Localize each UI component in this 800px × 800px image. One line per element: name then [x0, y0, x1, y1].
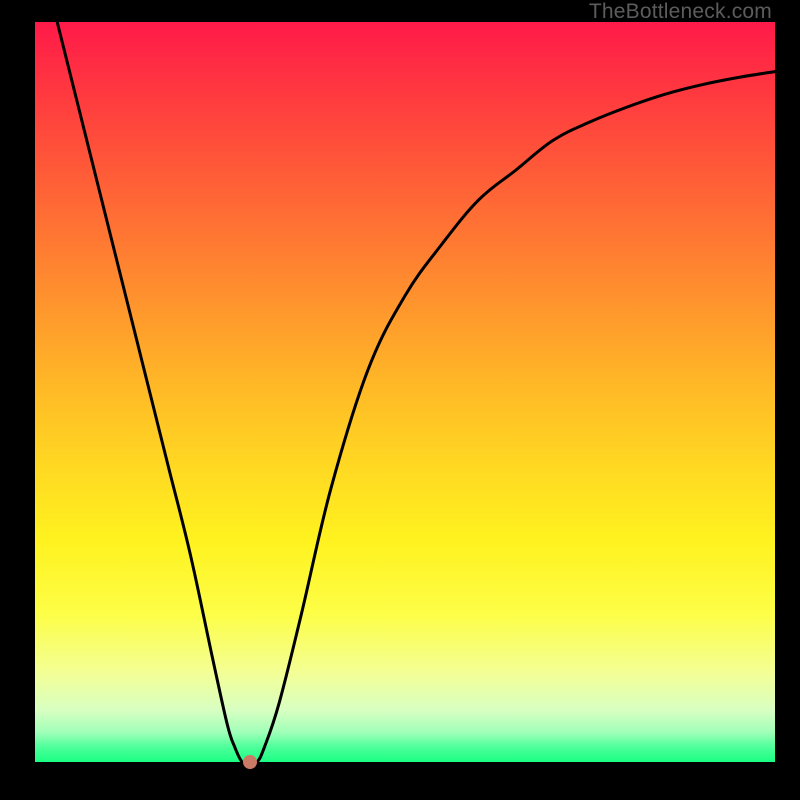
chart-frame: TheBottleneck.com	[0, 0, 800, 800]
plot-area	[35, 22, 775, 762]
optimal-point-marker	[243, 755, 257, 769]
watermark-label: TheBottleneck.com	[589, 0, 772, 24]
bottleneck-curve	[35, 22, 775, 762]
